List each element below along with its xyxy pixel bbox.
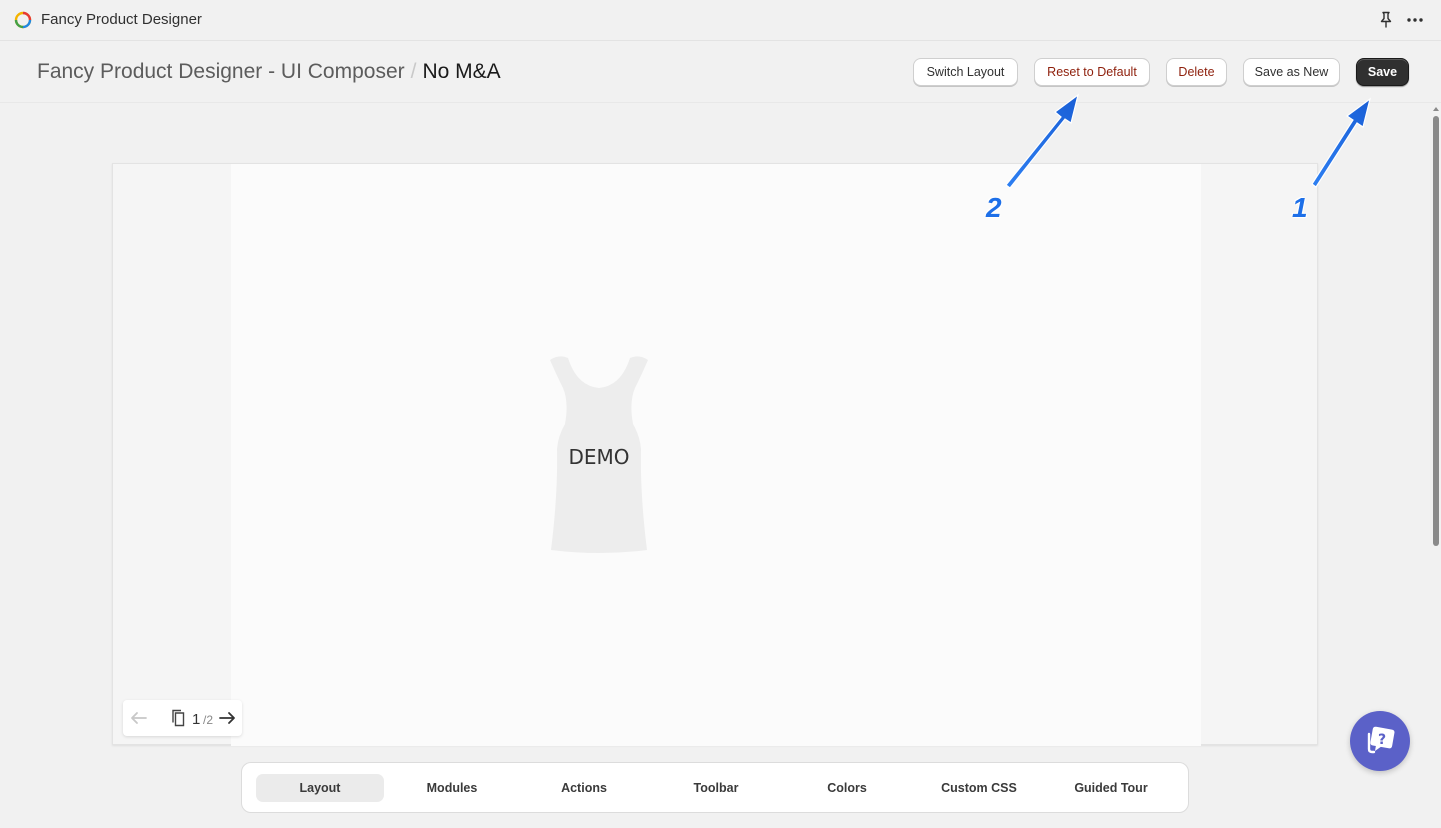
annotation-arrows [1005,93,1371,189]
annotation-number-1: 1 [1292,192,1308,223]
annotation-number-2: 2 [986,192,1002,223]
annotation-arrow-2 [1005,93,1079,189]
annotation-arrow-1 [1311,97,1371,188]
